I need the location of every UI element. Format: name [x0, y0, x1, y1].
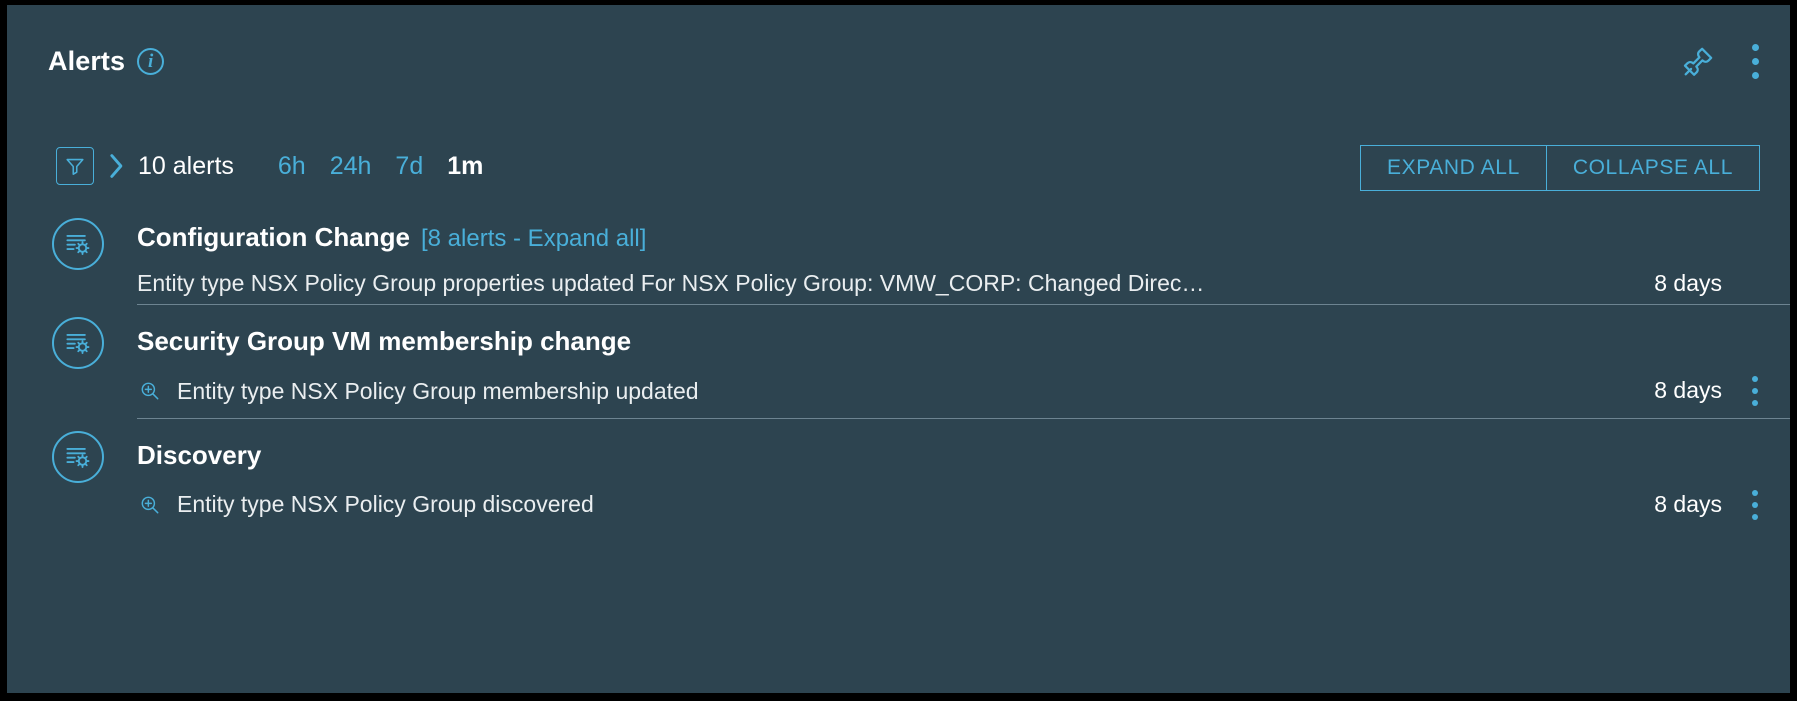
kebab-dot: [1751, 71, 1759, 79]
alert-group: Discovery Entity type NSX Policy Group d…: [7, 417, 1790, 532]
alert-row-menu-icon[interactable]: [1738, 375, 1772, 406]
page-title: Alerts: [48, 46, 126, 76]
toolbar-right: EXPAND ALL COLLAPSE ALL: [1360, 145, 1760, 191]
alert-group-body: Discovery Entity type NSX Policy Group d…: [137, 417, 1790, 532]
alert-message: Entity type NSX Policy Group discovered: [177, 491, 594, 518]
alert-group-header: Security Group VM membership change: [137, 305, 1772, 356]
configuration-gear-icon: [52, 218, 104, 270]
alert-message: Entity type NSX Policy Group membership …: [177, 377, 699, 404]
alert-group-list: Configuration Change [8 alerts - Expand …: [7, 205, 1790, 532]
alert-row-menu-icon[interactable]: [1738, 489, 1772, 520]
alert-group-title: Discovery: [137, 439, 262, 470]
configuration-gear-icon: [52, 317, 104, 370]
chevron-right-icon[interactable]: [106, 153, 128, 179]
time-range-selector: 6h 24h 7d 1m: [278, 153, 483, 179]
filter-icon[interactable]: [56, 147, 94, 185]
zoom-in-icon[interactable]: [137, 494, 163, 516]
alert-group-body: Configuration Change [8 alerts - Expand …: [137, 205, 1790, 304]
collapse-all-button[interactable]: COLLAPSE ALL: [1545, 145, 1760, 191]
toolbar: 10 alerts 6h 24h 7d 1m EXPAND ALL COLLAP…: [7, 135, 1790, 197]
alert-row[interactable]: Entity type NSX Policy Group properties …: [137, 252, 1772, 304]
alerts-card: Alerts i 10 alerts 6h 24h 7d 1m EXPAND A…: [7, 5, 1790, 693]
range-1m[interactable]: 1m: [447, 153, 483, 179]
configuration-gear-icon: [52, 430, 104, 483]
alert-age: 8 days: [1654, 491, 1722, 518]
toolbar-left: 10 alerts 6h 24h 7d 1m: [56, 135, 483, 197]
alert-group-title: Security Group VM membership change: [137, 326, 632, 357]
pin-icon[interactable]: [1682, 44, 1716, 78]
alert-row[interactable]: Entity type NSX Policy Group discovered …: [137, 470, 1772, 532]
info-icon[interactable]: i: [137, 48, 165, 75]
range-7d[interactable]: 7d: [395, 153, 423, 179]
alert-count-label: 10 alerts: [138, 151, 234, 180]
range-24h[interactable]: 24h: [330, 153, 372, 179]
alert-group-header: Discovery: [137, 419, 1772, 470]
expand-all-button[interactable]: EXPAND ALL: [1360, 145, 1546, 191]
range-6h[interactable]: 6h: [278, 153, 306, 179]
kebab-dot: [1751, 57, 1759, 65]
card-header: Alerts i: [7, 5, 1790, 113]
header-actions: [1682, 41, 1768, 81]
alert-group-body: Security Group VM membership change Enti…: [137, 304, 1790, 418]
alert-message: Entity type NSX Policy Group properties …: [137, 270, 1205, 297]
alert-row[interactable]: Entity type NSX Policy Group membership …: [137, 356, 1772, 418]
card-title-group: Alerts i: [48, 46, 165, 76]
alert-age: 8 days: [1654, 377, 1722, 404]
alert-group-header: Configuration Change [8 alerts - Expand …: [137, 205, 1772, 252]
screen: Alerts i 10 alerts 6h 24h 7d 1m EXPAND A…: [0, 0, 1797, 701]
alert-group-expand-link[interactable]: [8 alerts - Expand all]: [421, 225, 646, 252]
alert-group-title: Configuration Change: [137, 222, 410, 252]
card-menu-icon[interactable]: [1742, 41, 1768, 81]
alert-group: Configuration Change [8 alerts - Expand …: [7, 205, 1790, 304]
alert-age: 8 days: [1654, 269, 1722, 296]
kebab-dot: [1751, 43, 1759, 51]
alert-group: Security Group VM membership change Enti…: [7, 304, 1790, 418]
zoom-in-icon[interactable]: [137, 380, 163, 402]
alert-row-menu-placeholder: [1738, 268, 1772, 298]
